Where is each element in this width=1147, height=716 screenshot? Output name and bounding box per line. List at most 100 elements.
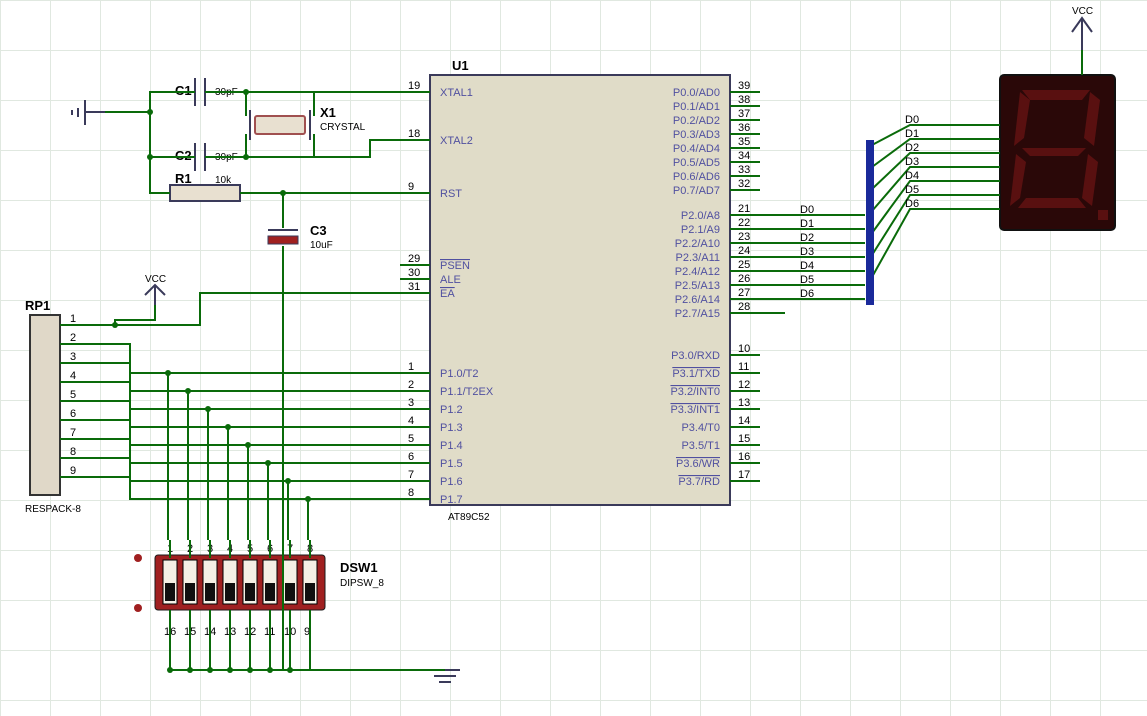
mcu-pin-name: P3.4/T0 (681, 422, 720, 434)
net-label: D6 (800, 288, 814, 300)
dsw1-val: DIPSW_8 (340, 578, 384, 589)
mcu-pin-name: P2.4/A12 (675, 266, 720, 278)
mcu-pin-num: 23 (738, 231, 750, 243)
mcu-pin-num: 3 (408, 397, 414, 409)
mcu-pin-num: 27 (738, 287, 750, 299)
mcu-pin-name: P3.3/INT1 (670, 404, 720, 416)
respack-rp1[interactable]: RP1 RESPACK-8 (25, 298, 81, 515)
mcu-pin-name: RST (440, 188, 462, 200)
net-label: D1 (800, 218, 814, 230)
mcu-pin-name: EA (440, 288, 455, 300)
net-label: D5 (800, 274, 814, 286)
net-label: D4 (905, 170, 919, 182)
net-label: D5 (905, 184, 919, 196)
mcu-pin-num: 39 (738, 80, 750, 92)
rp1-pin: 7 (70, 427, 76, 439)
net-label: D2 (905, 142, 919, 154)
mcu-pin-num: 18 (408, 128, 420, 140)
rp1-ref: RP1 (25, 298, 50, 313)
c2-ref: C2 (175, 148, 192, 163)
mcu-pin-name: P3.5/T1 (681, 440, 720, 452)
mcu-pin-num: 9 (408, 181, 414, 193)
r1-val: 10k (215, 175, 232, 186)
mcu-pin-num: 19 (408, 80, 420, 92)
mcu-pin-num: 32 (738, 178, 750, 190)
rp1-val: RESPACK-8 (25, 504, 81, 515)
mcu-pin-num: 16 (738, 451, 750, 463)
mcu-pin-name: P0.3/AD3 (673, 129, 720, 141)
mcu-pin-name: P3.7/RD (678, 476, 720, 488)
mcu-pin-num: 22 (738, 217, 750, 229)
mcu-pin-name: XTAL2 (440, 135, 473, 147)
mcu-pin-name: P2.3/A11 (676, 252, 720, 264)
rp1-pin: 8 (70, 446, 76, 458)
mcu-pin-name: P0.1/AD1 (673, 101, 720, 113)
x1-ref: X1 (320, 105, 336, 120)
rp1-pin: 2 (70, 332, 76, 344)
mcu-pin-name: P2.5/A13 (675, 280, 720, 292)
mcu-pin-num: 15 (738, 433, 750, 445)
mcu-pin-num: 37 (738, 108, 750, 120)
mcu-pin-num: 7 (408, 469, 414, 481)
rp1-pin: 1 (70, 313, 76, 325)
mcu-pin-num: 24 (738, 245, 750, 257)
net-label: D3 (800, 246, 814, 258)
mcu-pin-name: P3.2/INT0 (670, 386, 720, 398)
mcu-pin-name: ALE (440, 274, 461, 286)
vcc-symbol-left: VCC (145, 274, 166, 305)
rp1-pin: 6 (70, 408, 76, 420)
mcu-pin-num: 26 (738, 273, 750, 285)
r1-ref: R1 (175, 171, 192, 186)
mcu-pin-num: 12 (738, 379, 750, 391)
mcu-pin-num: 1 (408, 361, 414, 373)
crystal-x1[interactable]: X1 CRYSTAL (250, 105, 366, 140)
mcu-pin-num: 34 (738, 150, 750, 162)
seven-seg-display[interactable] (1000, 75, 1115, 230)
mcu-pin-num: 21 (738, 203, 750, 215)
mcu-pin-name: P1.3 (440, 422, 463, 434)
net-label: D0 (905, 114, 919, 126)
capacitor-c3[interactable]: C3 10uF (268, 223, 333, 251)
mcu-pin-name: P2.2/A10 (675, 238, 720, 250)
mcu-pin-name: P2.0/A8 (681, 210, 720, 222)
mcu-pin-name: P0.2/AD2 (673, 115, 720, 127)
mcu-pin-num: 30 (408, 267, 420, 279)
net-label: D2 (800, 232, 814, 244)
mcu-part: AT89C52 (448, 512, 490, 523)
mcu-ref: U1 (452, 58, 469, 73)
resistor-r1[interactable]: R1 10k (170, 171, 240, 201)
mcu-pin-num: 4 (408, 415, 414, 427)
rp1-pin: 3 (70, 351, 76, 363)
mcu-pin-num: 6 (408, 451, 414, 463)
mcu-pin-name: XTAL1 (440, 87, 473, 99)
c3-val: 10uF (310, 240, 333, 251)
net-label: D4 (800, 260, 814, 272)
mcu-pin-name: P1.2 (440, 404, 463, 416)
mcu-pin-name: P1.1/T2EX (440, 386, 494, 398)
mcu-pin-name: P2.1/A9 (681, 224, 720, 236)
schematic-canvas: U1 AT89C52 19XTAL118XTAL29RST29PSEN30ALE… (0, 0, 1147, 716)
vcc-top-label: VCC (1072, 6, 1093, 17)
mcu-pin-num: 28 (738, 301, 750, 313)
vcc-symbol-top: VCC (1072, 6, 1093, 50)
mcu-pin-name: P2.7/A15 (675, 308, 720, 320)
net-label: D0 (800, 204, 814, 216)
mcu-pin-num: 13 (738, 397, 750, 409)
mcu-pin-name: P3.1/TXD (672, 368, 720, 380)
mcu-pin-num: 14 (738, 415, 750, 427)
mcu-pin-num: 25 (738, 259, 750, 271)
mcu-pin-num: 29 (408, 253, 420, 265)
rp1-pin: 9 (70, 465, 76, 477)
net-label: D1 (905, 128, 919, 140)
ground-symbol-1 (72, 100, 105, 125)
net-label: D3 (905, 156, 919, 168)
mcu-pin-num: 35 (738, 136, 750, 148)
dsw1-ref: DSW1 (340, 560, 378, 575)
mcu-pin-num: 8 (408, 487, 414, 499)
mcu-pin-num: 36 (738, 122, 750, 134)
mcu-pin-num: 2 (408, 379, 414, 391)
rp1-pin: 5 (70, 389, 76, 401)
x1-val: CRYSTAL (320, 122, 366, 133)
mcu-pin-name: P0.5/AD5 (673, 157, 720, 169)
mcu-pin-name: P0.6/AD6 (673, 171, 720, 183)
